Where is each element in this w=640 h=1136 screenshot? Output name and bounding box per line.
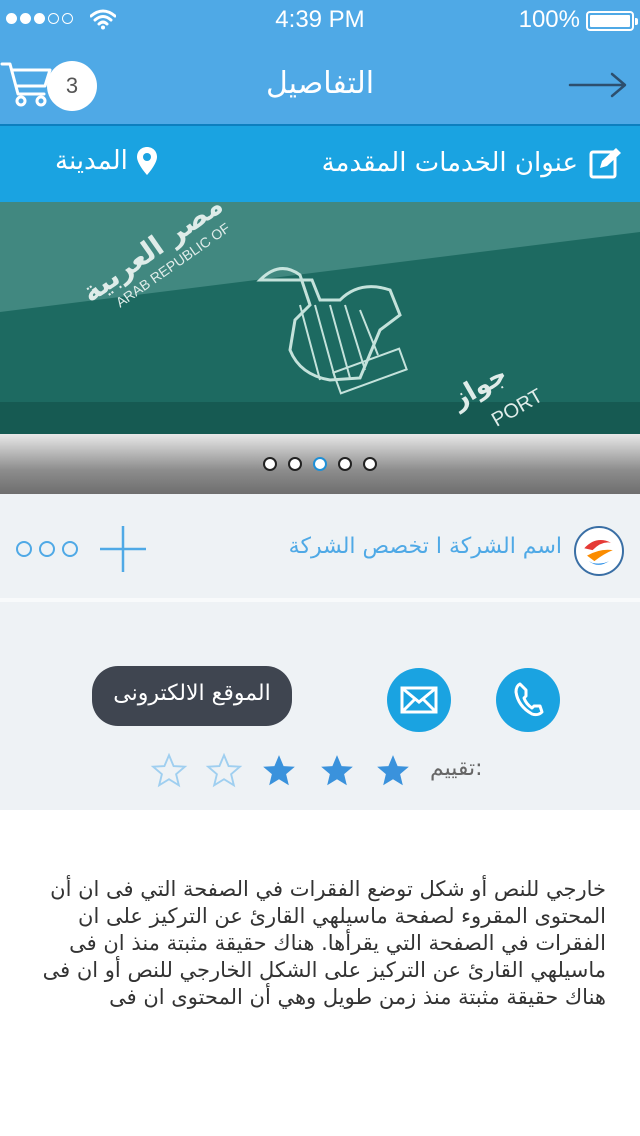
battery-percent: 100% (518, 6, 580, 33)
star-empty-icon[interactable] (150, 752, 188, 790)
edit-icon (589, 148, 621, 179)
company-logo (574, 526, 624, 576)
star-filled-icon[interactable] (260, 752, 298, 790)
star-filled-icon[interactable] (374, 752, 412, 790)
page-dot[interactable] (338, 457, 352, 471)
carousel-image[interactable]: مصر العربية ARAB REPUBLIC OF جواز PORT (0, 202, 640, 434)
mail-icon (400, 686, 438, 714)
services-title: عنوان الخدمات المقدمة (321, 148, 578, 178)
more-icon[interactable] (16, 541, 78, 557)
phone-icon (514, 682, 544, 717)
rating-row: تقييم: (150, 752, 500, 792)
plus-icon[interactable] (98, 524, 148, 574)
carousel-pager (0, 434, 640, 494)
location-pin-icon (136, 147, 157, 175)
phone-button[interactable] (496, 668, 560, 732)
city-label: المدينة (55, 146, 128, 176)
top-bar: 4:39 PM 100% 3 التفاصيل (0, 0, 640, 124)
services-title-button[interactable]: عنوان الخدمات المقدمة (322, 146, 622, 180)
contact-section: الموقع الالكترونى تقييم: (0, 598, 640, 810)
description-text: خارجي للنص أو شكل توضع الفقرات في الصفحة… (42, 877, 606, 1009)
company-name[interactable]: اسم الشركة ا تخصص الشركة (289, 534, 562, 559)
nav-bar: 3 التفاصيل (0, 44, 640, 124)
rating-label: تقييم: (430, 756, 483, 781)
mail-button[interactable] (387, 668, 451, 732)
company-row: اسم الشركة ا تخصص الشركة (0, 494, 640, 598)
battery-icon (586, 11, 638, 31)
page-dot-active[interactable] (313, 457, 327, 471)
status-bar: 4:39 PM 100% (0, 0, 640, 40)
star-filled-icon[interactable] (318, 752, 356, 790)
star-empty-icon[interactable] (205, 752, 243, 790)
page-title: التفاصيل (265, 66, 375, 101)
back-arrow-icon[interactable] (568, 70, 628, 100)
page-dot[interactable] (363, 457, 377, 471)
sub-header: عنوان الخدمات المقدمة المدينة (0, 124, 640, 202)
page-dot[interactable] (263, 457, 277, 471)
website-button[interactable]: الموقع الالكترونى (92, 666, 292, 726)
page-dot[interactable] (288, 457, 302, 471)
city-selector[interactable]: المدينة (55, 146, 158, 176)
